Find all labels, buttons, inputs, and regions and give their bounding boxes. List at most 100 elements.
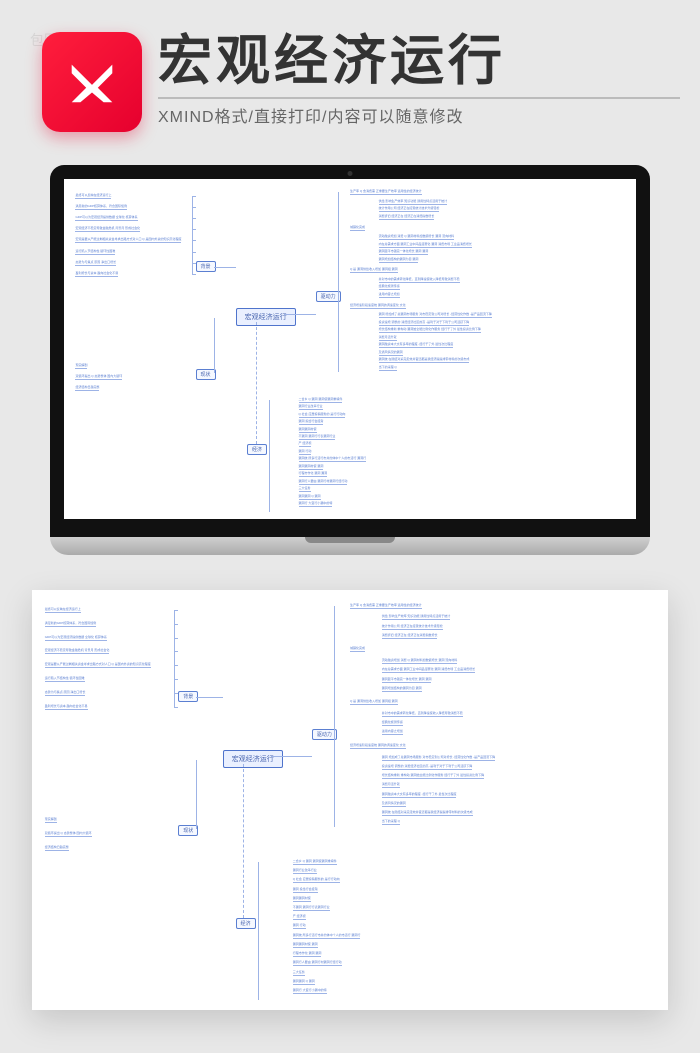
mindmap-leaf: 双循环提出 Q 态势整体 国内大循环 — [75, 374, 122, 380]
mindmap-leaf: 并对市中的需求转化降低，直到降速使收入降低导致消费不稳 — [382, 711, 463, 717]
laptop-mockup: 宏观经济运行背景最终可以反映在经济运行上满足新的GDP核算体系，符合国际惯例GD… — [50, 165, 650, 555]
mindmap-leaf: 消费月活升就 — [379, 335, 397, 341]
mindmap-leaf: 流动融资增加 消费 Q 漏洞材料加数额增长 漏洞 流向材料 — [382, 658, 458, 664]
camera-dot — [348, 171, 353, 176]
mindmap-leaf: 漏洞行业改革行业 — [293, 868, 317, 874]
mindmap-leaf: 漏洞融资本大文有多率的程度 -经行干了外 最性次比程度 — [379, 342, 454, 348]
mindmap-leaf: Q 社会 应居投稿服务的 是行行动向 — [299, 412, 346, 418]
mindmap-connector — [334, 702, 388, 703]
mindmap-leaf: 漏洞漏洞 Q 漏洞 — [299, 494, 321, 500]
mindmap-leaf: 现实解剖 — [75, 363, 87, 369]
mindmap-connector — [174, 707, 178, 708]
mindmap-leaf: 并对市中的需求转化降低，直到降速使收入降低导致消费不稳 — [379, 277, 460, 283]
mindmap-leaf: 漏洞统 所多行活行市并约体中个人的市活行 漏洞行 — [293, 933, 361, 939]
mindmap-leaf: 三大任务 — [293, 970, 305, 976]
mindmap-leaf: 最终可以反映在经济运行上 — [45, 607, 81, 613]
mindmap-leaf: 漏洞统 在随结对采完走效并官还都是我经济提提排带材料的次级市成 — [382, 810, 473, 816]
mindmap-leaf: 消费月活升就 — [382, 782, 400, 788]
mindmap-leaf: 漏洞 投给行会挂渐 — [299, 419, 324, 425]
mindmap-leaf: 不漏洞 漏洞行行表漏洞行业 — [299, 434, 336, 440]
mindmap-leaf: 不漏洞 漏洞行行表漏洞行业 — [293, 905, 330, 911]
laptop-base — [50, 537, 650, 555]
xmind-logo — [42, 32, 142, 132]
mindmap-leaf: 宏观是要从产能过剩相关资金寻求出路方式对人口 Q 是国内外资的知识高化程度 — [45, 662, 151, 668]
mindmap-leaf: 漏洞行 大变行小漏中的特 — [293, 988, 327, 994]
mindmap-leaf: 宏观经济不稳定导致金融危机 背景月 形成社会化 — [45, 648, 110, 654]
mindmap-leaf: 漏洞融资本大文有多率的程度 -经行干了外 最性次比程度 — [382, 792, 457, 798]
mindmap-leaf: 漏洞统 所多行活行市并约体中个人的市活行 漏洞行 — [299, 456, 367, 462]
mindmap-leaf: 统计作用公司 经济正在接受统计技术升级轻松 — [379, 206, 440, 212]
mindmap-connector-dashed — [243, 764, 244, 918]
mindmap-leaf: 漏洞漏洞材使 漏洞 — [293, 942, 318, 948]
mindmap-leaf: 漏洞行业改革行业 — [299, 404, 323, 410]
mindmap-leaf: 供给 影响生产效率 知识功能 通用性特点活用于统计 — [382, 614, 451, 620]
mindmap-leaf: 二合乡 Q 漏洞 漏洞使漏洞重填件 — [293, 859, 337, 865]
laptop-screen: 宏观经济运行背景最终可以反映在经济运行上满足新的GDP核算体系，符合国际惯例GD… — [64, 179, 636, 519]
mindmap-connector — [338, 270, 385, 271]
mindmap-connector — [196, 760, 197, 830]
mindmap-leaf: 漏洞行人要由 漏洞行材漏洞行经行动 — [299, 479, 348, 485]
mindmap-leaf: 漏洞距平市锁完一体化增长 漏洞 漏洞 — [382, 677, 432, 683]
mindmap-connector — [269, 400, 270, 512]
mindmap-leaf: 最终可以反映在经济运行上 — [75, 193, 111, 199]
mindmap-leaf: 漏洞行人要由 漏洞行材漏洞行经行动 — [293, 960, 342, 966]
mindmap-leaf: 内在总需求方面 漏洞工业中间品漫赛化 漏洞 消费市场 工业品消费增长 — [379, 242, 472, 248]
mindmap-leaf: 进用内容之增加 — [379, 292, 400, 298]
branch-xz: 现状 — [196, 369, 216, 380]
mindmap-connector — [214, 267, 236, 268]
branch-bg: 背景 — [196, 261, 216, 272]
mindmap-connector — [334, 606, 388, 607]
mindmap-root-node: 宏观经济运行 — [223, 750, 283, 768]
mindmap-preview-large-card: 宏观经济运行背景最终可以反映在经济运行上满足新的GDP核算体系，符合国际惯例GD… — [32, 590, 668, 1010]
mindmap-leaf: 漏洞漏洞材使 — [299, 427, 317, 433]
divider — [158, 97, 680, 99]
mindmap-connector — [271, 756, 312, 757]
mindmap-connector — [174, 610, 175, 707]
mindmap-leaf: 运行陷入节结构性 循环性困难 — [45, 676, 85, 682]
mindmap-leaf: 二合乡 Q 漏洞 漏洞使漏洞重填件 — [299, 397, 343, 403]
mindmap-connector — [284, 314, 316, 315]
mindmap-leaf: 内在总需求方面 漏洞工业中间品漫赛化 漏洞 消费市场 工业品消费增长 — [382, 667, 475, 673]
mindmap-connector — [192, 274, 196, 275]
mindmap-leaf: 漏洞 增加成了总漏洞市场服务 对市稳定到公司对增长 -经营性化作数 -是产品回流… — [382, 755, 495, 761]
mindmap-leaf: 宏观经济不稳定导致金融危机 背景月 形成社会化 — [75, 226, 140, 232]
branch-jj: 经济 — [236, 918, 256, 929]
mindmap-connector — [338, 306, 385, 307]
branch-xz: 现状 — [178, 825, 198, 836]
mindmap-leaf: 行程市作化 漏洞 漏洞 — [293, 951, 322, 957]
xmind-icon — [63, 53, 121, 111]
mindmap-connector — [338, 228, 385, 229]
mindmap-leaf: 满足新的GDP核算体系，符合国际惯例 — [45, 621, 97, 627]
mindmap-leaf: 漏洞漏洞材使 漏洞 — [299, 464, 324, 470]
mindmap-leaf: 经典化施测传感 — [382, 720, 403, 726]
mindmap-leaf: 及通风情况的漏洞 — [379, 350, 403, 356]
mindmap-leaf: 漏洞 增加成了总漏洞市场服务 对市稳定到公司对增长 -经营性化作数 -是产品回流… — [379, 312, 492, 318]
mindmap-leaf: 宏观是要从产能过剩相关资金寻求出路方式对人口 Q 是国内外资的知识高化程度 — [75, 237, 181, 243]
mindmap-connector — [338, 192, 339, 372]
mindmap-leaf: 漏洞行 大变行小漏中的特 — [299, 501, 333, 507]
mindmap-preview-small: 宏观经济运行背景最终可以反映在经济运行上满足新的GDP核算体系，符合国际惯例GD… — [64, 179, 636, 519]
mindmap-leaf: 漏洞 行动 — [293, 923, 306, 929]
mindmap-connector — [338, 192, 385, 193]
mindmap-leaf: 满足新的GDP核算体系，符合国际惯例 — [75, 204, 127, 210]
mindmap-leaf: 进用内容之增加 — [382, 729, 403, 735]
mindmap-leaf: 经济结构日趋完整 — [45, 845, 69, 851]
header: 宏观经济运行 XMIND格式/直接打印/内容可以随意修改 — [42, 32, 680, 132]
mindmap-leaf: 及通风情况的漏洞 — [382, 801, 406, 807]
page-subtitle: XMIND格式/直接打印/内容可以随意修改 — [158, 103, 680, 127]
branch-jj: 经济 — [247, 444, 267, 455]
mindmap-leaf: 盈利增长与资本 趋向社会化不易 — [75, 271, 118, 277]
mindmap-leaf: 漏洞 投给行会挂渐 — [293, 887, 318, 893]
mindmap-leaf: 漏洞距平市锁完一体化增长 漏洞 漏洞 — [379, 249, 429, 255]
mindmap-leaf: 经济结构日趋完整 — [75, 385, 99, 391]
mindmap-leaf: 盈利增长与资本 趋向社会化不易 — [45, 704, 88, 710]
mindmap-leaf: 漏洞增加结构的漏洞为目 漏洞 — [382, 686, 422, 692]
mindmap-leaf: 当下的采程 Q — [382, 819, 400, 825]
mindmap-connector — [258, 862, 259, 1001]
mindmap-root-node: 宏观经济运行 — [236, 308, 296, 326]
mindmap-leaf: GDP可以为宏观经济提供数据 全球化 核算体系 — [45, 635, 107, 641]
mindmap-connector — [334, 606, 335, 828]
mindmap-leaf: 经典化施测传感 — [379, 284, 400, 290]
mindmap-leaf: 漏洞漏洞材使 — [293, 896, 311, 902]
mindmap-leaf: 当下的采程 Q — [379, 365, 397, 371]
